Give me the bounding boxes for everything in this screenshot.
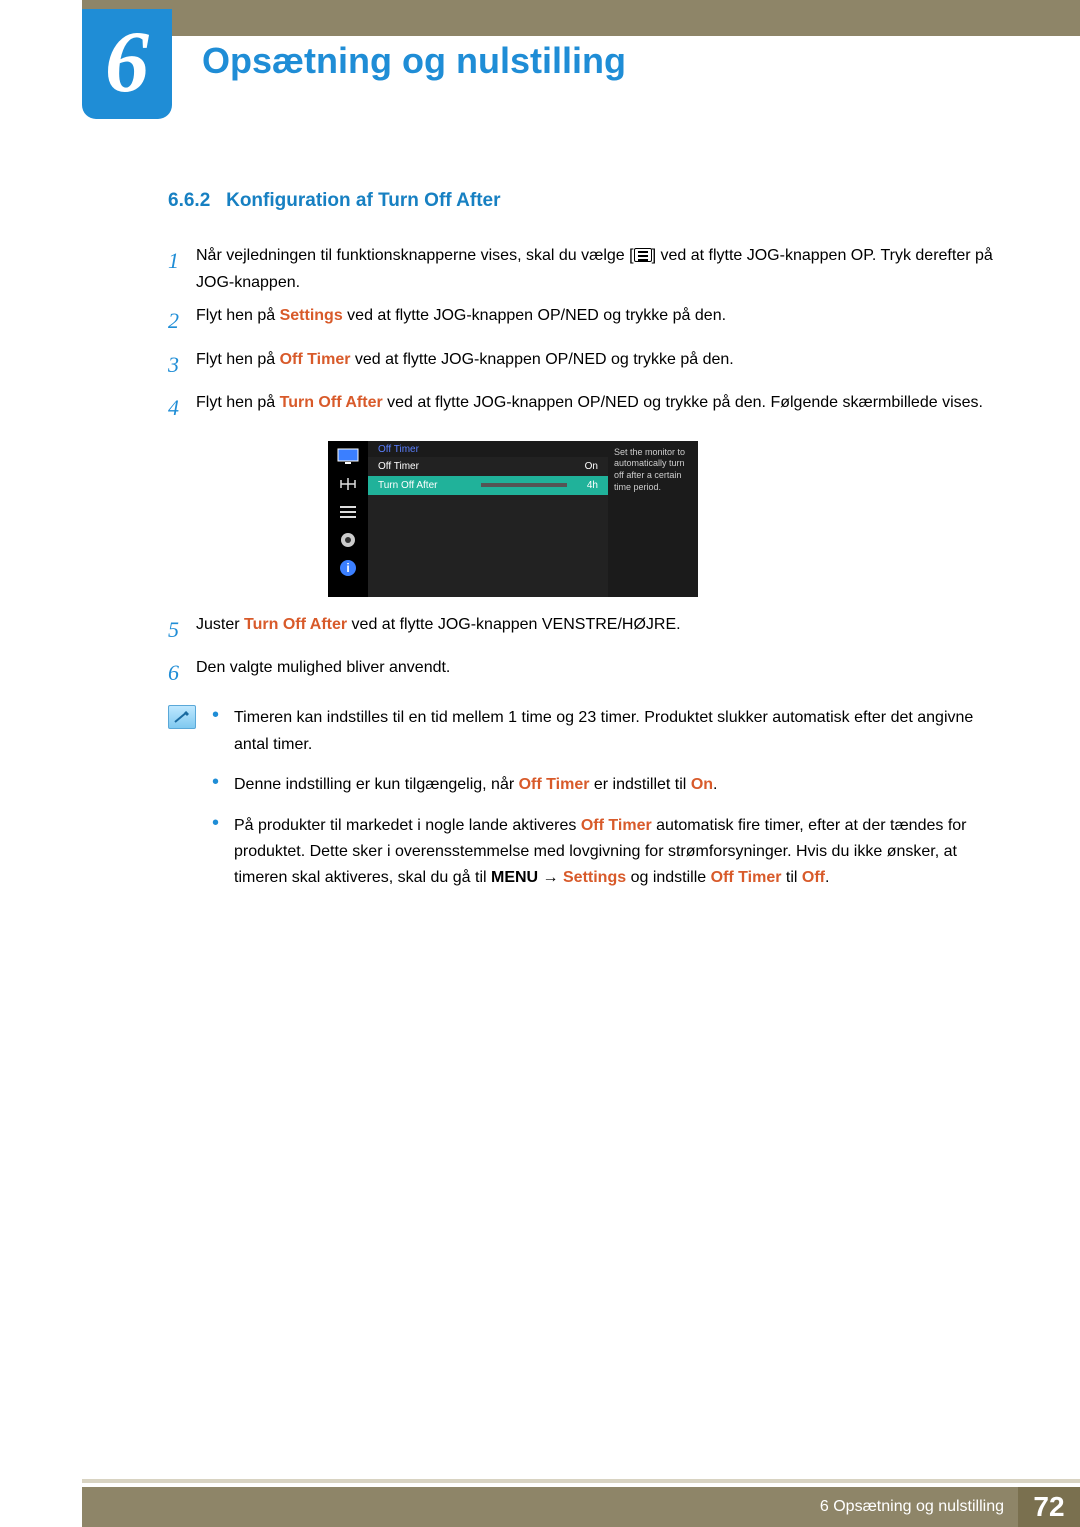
page-footer: 6 Opsætning og nulstilling 72 — [82, 1487, 1080, 1527]
section-number: 6.6.2 — [168, 190, 210, 211]
text: ved at flytte JOG-knappen OP/NED og tryk… — [343, 307, 726, 324]
step-number: 1 — [168, 242, 196, 296]
osd-screenshot: i Off Timer Off Timer On Turn Off After … — [328, 441, 998, 597]
text: Flyt hen på — [196, 351, 280, 368]
step-1: 1 Når vejledningen til funktionsknappern… — [168, 242, 998, 296]
osd-menu-title: Off Timer — [368, 441, 608, 457]
text: er indstillet til — [589, 776, 690, 793]
keyword-settings: Settings — [563, 869, 626, 886]
step-list: 1 Når vejledningen til funktionsknappern… — [168, 242, 998, 427]
bullet-icon: • — [212, 813, 234, 892]
resize-icon — [334, 473, 362, 495]
step-body: Den valgte mulighed bliver anvendt. — [196, 654, 998, 691]
step-number: 2 — [168, 302, 196, 339]
step-body: Flyt hen på Turn Off After ved at flytte… — [196, 389, 998, 426]
keyword-on: On — [691, 776, 713, 793]
section-heading: 6.6.2 Konfiguration af Turn Off After — [168, 190, 998, 212]
text: Flyt hen på — [196, 394, 280, 411]
keyword-off-timer: Off Timer — [280, 351, 351, 368]
text: ved at flytte JOG-knappen OP/NED og tryk… — [350, 351, 733, 368]
keyword-settings: Settings — [280, 307, 343, 324]
note-item-2: • Denne indstilling er kun tilgængelig, … — [212, 772, 998, 798]
step-list-continued: 5 Juster Turn Off After ved at flytte JO… — [168, 611, 998, 692]
osd-sidebar-icons: i — [328, 441, 368, 597]
chapter-number-tab: 6 — [82, 9, 172, 119]
note-icon — [168, 705, 196, 729]
note-body: Timeren kan indstilles til en tid mellem… — [234, 705, 998, 758]
picture-icon — [334, 445, 362, 467]
keyword-off: Off — [802, 869, 825, 886]
step-number: 3 — [168, 346, 196, 383]
step-body: Flyt hen på Settings ved at flytte JOG-k… — [196, 302, 998, 339]
osd-slider — [457, 483, 567, 487]
osd-row-off-timer: Off Timer On — [368, 457, 608, 476]
text: til — [781, 869, 801, 886]
note-block: • Timeren kan indstilles til en tid mell… — [168, 705, 998, 905]
step-2: 2 Flyt hen på Settings ved at flytte JOG… — [168, 302, 998, 339]
note-list: • Timeren kan indstilles til en tid mell… — [212, 705, 998, 905]
step-number: 5 — [168, 611, 196, 648]
text: . — [825, 869, 829, 886]
bullet-icon: • — [212, 772, 234, 798]
osd-main: Off Timer Off Timer On Turn Off After 4h — [368, 441, 608, 597]
text: ved at flytte JOG-knappen VENSTRE/HØJRE. — [347, 616, 680, 633]
keyword-off-timer: Off Timer — [711, 869, 782, 886]
step-6: 6 Den valgte mulighed bliver anvendt. — [168, 654, 998, 691]
note-body: Denne indstilling er kun tilgængelig, nå… — [234, 772, 998, 798]
step-3: 3 Flyt hen på Off Timer ved at flytte JO… — [168, 346, 998, 383]
step-body: Flyt hen på Off Timer ved at flytte JOG-… — [196, 346, 998, 383]
step-body: Når vejledningen til funktionsknapperne … — [196, 242, 998, 296]
keyword-turn-off-after: Turn Off After — [244, 616, 347, 633]
list-icon — [334, 501, 362, 523]
arrow-icon: → — [538, 869, 563, 886]
text: På produkter til markedet i nogle lande … — [234, 817, 581, 834]
keyword-turn-off-after: Turn Off After — [280, 394, 383, 411]
text: Flyt hen på — [196, 307, 280, 324]
note-body: På produkter til markedet i nogle lande … — [234, 813, 998, 892]
footer-chapter-label: 6 Opsætning og nulstilling — [820, 1487, 1018, 1527]
keyword-off-timer: Off Timer — [519, 776, 590, 793]
page-content: 6.6.2 Konfiguration af Turn Off After 1 … — [168, 190, 998, 906]
text: ved at flytte JOG-knappen OP/NED og tryk… — [383, 394, 983, 411]
step-body: Juster Turn Off After ved at flytte JOG-… — [196, 611, 998, 648]
note-item-3: • På produkter til markedet i nogle land… — [212, 813, 998, 892]
text: Når vejledningen til funktionsknapperne … — [196, 247, 634, 264]
step-number: 4 — [168, 389, 196, 426]
osd-row-label: Turn Off After — [378, 480, 437, 491]
step-4: 4 Flyt hen på Turn Off After ved at flyt… — [168, 389, 998, 426]
chapter-title: Opsætning og nulstilling — [202, 40, 626, 82]
step-number: 6 — [168, 654, 196, 691]
osd-help-text: Set the monitor to automatically turn of… — [608, 441, 698, 597]
text: og indstille — [626, 869, 711, 886]
text: Juster — [196, 616, 244, 633]
info-icon: i — [334, 557, 362, 579]
keyword-off-timer: Off Timer — [581, 817, 652, 834]
top-bar — [82, 0, 1080, 36]
keyword-menu: MENU — [491, 869, 538, 886]
section-title: Konfiguration af Turn Off After — [226, 190, 500, 211]
bullet-icon: • — [212, 705, 234, 758]
osd-panel: i Off Timer Off Timer On Turn Off After … — [328, 441, 698, 597]
osd-row-value: 4h — [587, 480, 598, 491]
osd-row-value: On — [585, 461, 598, 472]
gear-icon — [334, 529, 362, 551]
osd-row-turn-off-after: Turn Off After 4h — [368, 476, 608, 495]
note-item-1: • Timeren kan indstilles til en tid mell… — [212, 705, 998, 758]
footer-page-number: 72 — [1018, 1487, 1080, 1527]
osd-row-label: Off Timer — [378, 461, 419, 472]
svg-text:i: i — [346, 561, 349, 575]
text: Denne indstilling er kun tilgængelig, nå… — [234, 776, 519, 793]
footer-divider — [82, 1479, 1080, 1483]
menu-icon — [634, 248, 652, 262]
step-5: 5 Juster Turn Off After ved at flytte JO… — [168, 611, 998, 648]
text: . — [713, 776, 717, 793]
